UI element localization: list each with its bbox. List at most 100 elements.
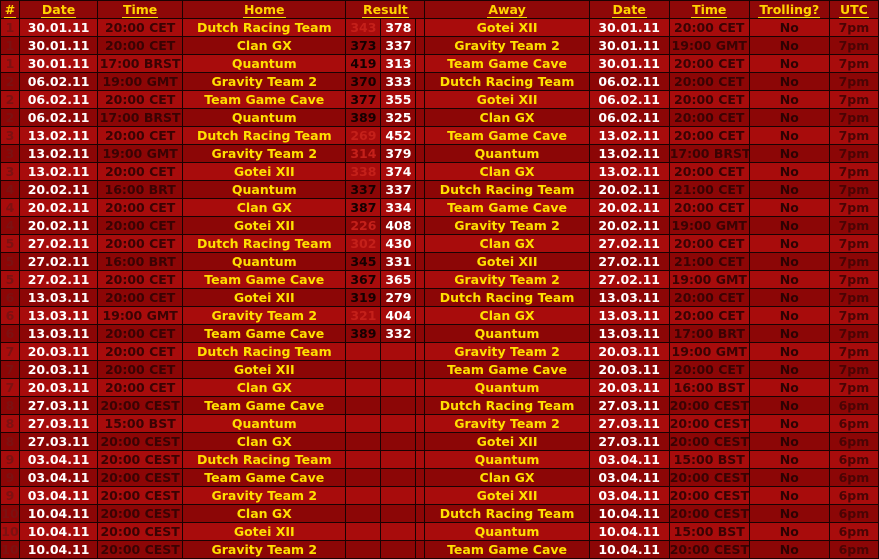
table-row[interactable]: 7 20.03.11 20:00 CET Dutch Racing Team Gravi… <box>0 342 879 361</box>
table-row[interactable]: 1 30.01.11 20:00 CET Clan GX 373 337 Gravity T… <box>0 36 879 55</box>
table-row[interactable]: 4 20.02.11 20:00 CET Clan GX 387 334 Team Game… <box>0 198 879 217</box>
away-team[interactable]: Team Game Cave <box>424 360 590 379</box>
table-row[interactable]: 4 20.02.11 20:00 CET Gotei XII 226 408 Gravity… <box>0 216 879 235</box>
table-row[interactable]: 2 06.02.11 17:00 BRST Quantum 389 325 Clan GX 0… <box>0 108 879 127</box>
table-row[interactable]: 6 13.03.11 20:00 CET Gotei XII 319 279 Dutch R… <box>0 288 879 307</box>
table-row[interactable]: 8 27.03.11 20:00 CEST Clan GX Gotei XII 27.03… <box>0 432 879 451</box>
home-team[interactable]: Clan GX <box>182 198 347 217</box>
away-team[interactable]: Clan GX <box>424 162 590 181</box>
table-row[interactable]: 5 27.02.11 20:00 CET Team Game Cave 367 365 Gr… <box>0 270 879 289</box>
home-team[interactable]: Quantum <box>182 54 347 73</box>
away-team[interactable]: Team Game Cave <box>424 126 590 145</box>
home-team[interactable]: Clan GX <box>182 504 347 523</box>
home-team[interactable]: Dutch Racing Team <box>182 342 347 361</box>
home-team[interactable]: Team Game Cave <box>182 396 347 415</box>
home-team[interactable]: Gotei XII <box>182 360 347 379</box>
home-team[interactable]: Gravity Team 2 <box>182 72 347 91</box>
away-team[interactable]: Clan GX <box>424 234 590 253</box>
away-team[interactable]: Gotei XII <box>424 486 590 505</box>
home-team[interactable]: Gotei XII <box>182 162 347 181</box>
header-utc[interactable]: UTC <box>828 0 879 19</box>
away-team[interactable]: Dutch Racing Team <box>424 72 590 91</box>
header-time-away[interactable]: Time <box>668 0 750 19</box>
away-team[interactable]: Gravity Team 2 <box>424 342 590 361</box>
away-team[interactable]: Gotei XII <box>424 18 590 37</box>
home-team[interactable]: Clan GX <box>182 36 347 55</box>
home-team[interactable]: Gotei XII <box>182 522 347 541</box>
away-team[interactable]: Quantum <box>424 144 590 163</box>
away-team[interactable]: Clan GX <box>424 468 590 487</box>
away-team[interactable]: Clan GX <box>424 306 590 325</box>
table-row[interactable]: 9 03.04.11 20:00 CEST Team Game Cave Clan GX… <box>0 468 879 487</box>
home-team[interactable]: Quantum <box>182 108 347 127</box>
away-team[interactable]: Gotei XII <box>424 90 590 109</box>
table-row[interactable]: 6 13.03.11 20:00 CET Team Game Cave 389 332 Qu… <box>0 324 879 343</box>
home-team[interactable]: Gravity Team 2 <box>182 540 347 559</box>
home-team[interactable]: Quantum <box>182 180 347 199</box>
home-team[interactable]: Team Game Cave <box>182 324 347 343</box>
home-team[interactable]: Team Game Cave <box>182 270 347 289</box>
table-row[interactable]: 7 20.03.11 20:00 CET Clan GX Quantum 20.03.11… <box>0 378 879 397</box>
home-team[interactable]: Dutch Racing Team <box>182 126 347 145</box>
home-team[interactable]: Gravity Team 2 <box>182 486 347 505</box>
header-time-home[interactable]: Time <box>97 0 184 19</box>
away-team[interactable]: Clan GX <box>424 108 590 127</box>
table-row[interactable]: 7 20.03.11 20:00 CET Gotei XII Team Game Cav… <box>0 360 879 379</box>
home-team[interactable]: Clan GX <box>182 378 347 397</box>
table-row[interactable]: 10 10.04.11 20:00 CEST Clan GX Dutch Racing … <box>0 504 879 523</box>
home-team[interactable]: Dutch Racing Team <box>182 18 347 37</box>
away-team[interactable]: Quantum <box>424 378 590 397</box>
away-team[interactable]: Team Game Cave <box>424 54 590 73</box>
table-row[interactable]: 1 30.01.11 20:00 CET Dutch Racing Team 343 37… <box>0 18 879 37</box>
home-team[interactable]: Dutch Racing Team <box>182 234 347 253</box>
away-team[interactable]: Dutch Racing Team <box>424 396 590 415</box>
header-date-away[interactable]: Date <box>588 0 670 19</box>
home-team[interactable]: Gotei XII <box>182 288 347 307</box>
home-team[interactable]: Clan GX <box>182 432 347 451</box>
table-row[interactable]: 3 13.02.11 20:00 CET Dutch Racing Team 269 45… <box>0 126 879 145</box>
table-row[interactable]: 8 27.03.11 15:00 BST Quantum Gravity Team 22… <box>0 414 879 433</box>
header-index[interactable]: # <box>0 0 21 19</box>
table-row[interactable]: 8 27.03.11 20:00 CEST Team Game Cave Dutch R… <box>0 396 879 415</box>
table-row[interactable]: 4 20.02.11 16:00 BRT Quantum 337 337 Dutch Rac… <box>0 180 879 199</box>
header-home[interactable]: Home <box>182 0 347 19</box>
away-team[interactable]: Quantum <box>424 450 590 469</box>
away-team[interactable]: Gotei XII <box>424 252 590 271</box>
table-row[interactable]: 5 27.02.11 20:00 CET Dutch Racing Team 302 43… <box>0 234 879 253</box>
table-row[interactable]: 5 27.02.11 16:00 BRT Quantum 345 331 Gotei XII… <box>0 252 879 271</box>
home-team[interactable]: Gotei XII <box>182 216 347 235</box>
home-team[interactable]: Team Game Cave <box>182 468 347 487</box>
home-team[interactable]: Quantum <box>182 414 347 433</box>
header-away[interactable]: Away <box>424 0 590 19</box>
away-team[interactable]: Dutch Racing Team <box>424 180 590 199</box>
table-row[interactable]: 9 03.04.11 20:00 CEST Dutch Racing Team Quan… <box>0 450 879 469</box>
header-date-home[interactable]: Date <box>19 0 99 19</box>
table-row[interactable]: 9 03.04.11 20:00 CEST Gravity Team 2 Gotei X… <box>0 486 879 505</box>
table-row[interactable]: 2 06.02.11 20:00 CET Team Game Cave 377 355 Go… <box>0 90 879 109</box>
header-result[interactable]: Result <box>345 0 426 19</box>
table-row[interactable]: 10 10.04.11 20:00 CEST Gravity Team 2 Team G… <box>0 540 879 559</box>
table-row[interactable]: 6 13.03.11 19:00 GMT Gravity Team 2 321 404 Cl… <box>0 306 879 325</box>
away-team[interactable]: Team Game Cave <box>424 198 590 217</box>
header-trolling[interactable]: Trolling? <box>748 0 830 19</box>
table-row[interactable]: 1 30.01.11 17:00 BRST Quantum 419 313 Team Gam… <box>0 54 879 73</box>
away-team[interactable]: Team Game Cave <box>424 540 590 559</box>
away-team[interactable]: Quantum <box>424 522 590 541</box>
away-team[interactable]: Gravity Team 2 <box>424 270 590 289</box>
away-team[interactable]: Gravity Team 2 <box>424 36 590 55</box>
table-row[interactable]: 3 13.02.11 20:00 CET Gotei XII 338 374 Clan GX… <box>0 162 879 181</box>
away-team[interactable]: Dutch Racing Team <box>424 288 590 307</box>
table-row[interactable]: 10 10.04.11 20:00 CEST Gotei XII Quantum 10.0… <box>0 522 879 541</box>
away-team[interactable]: Gravity Team 2 <box>424 216 590 235</box>
home-team[interactable]: Dutch Racing Team <box>182 450 347 469</box>
away-team[interactable]: Gotei XII <box>424 432 590 451</box>
home-team[interactable]: Team Game Cave <box>182 90 347 109</box>
table-row[interactable]: 3 13.02.11 19:00 GMT Gravity Team 2 314 379 Qu… <box>0 144 879 163</box>
table-row[interactable]: 2 06.02.11 19:00 GMT Gravity Team 2 370 333 Du… <box>0 72 879 91</box>
home-team[interactable]: Quantum <box>182 252 347 271</box>
away-team[interactable]: Gravity Team 2 <box>424 414 590 433</box>
home-team[interactable]: Gravity Team 2 <box>182 144 347 163</box>
home-team[interactable]: Gravity Team 2 <box>182 306 347 325</box>
away-team[interactable]: Quantum <box>424 324 590 343</box>
away-team[interactable]: Dutch Racing Team <box>424 504 590 523</box>
